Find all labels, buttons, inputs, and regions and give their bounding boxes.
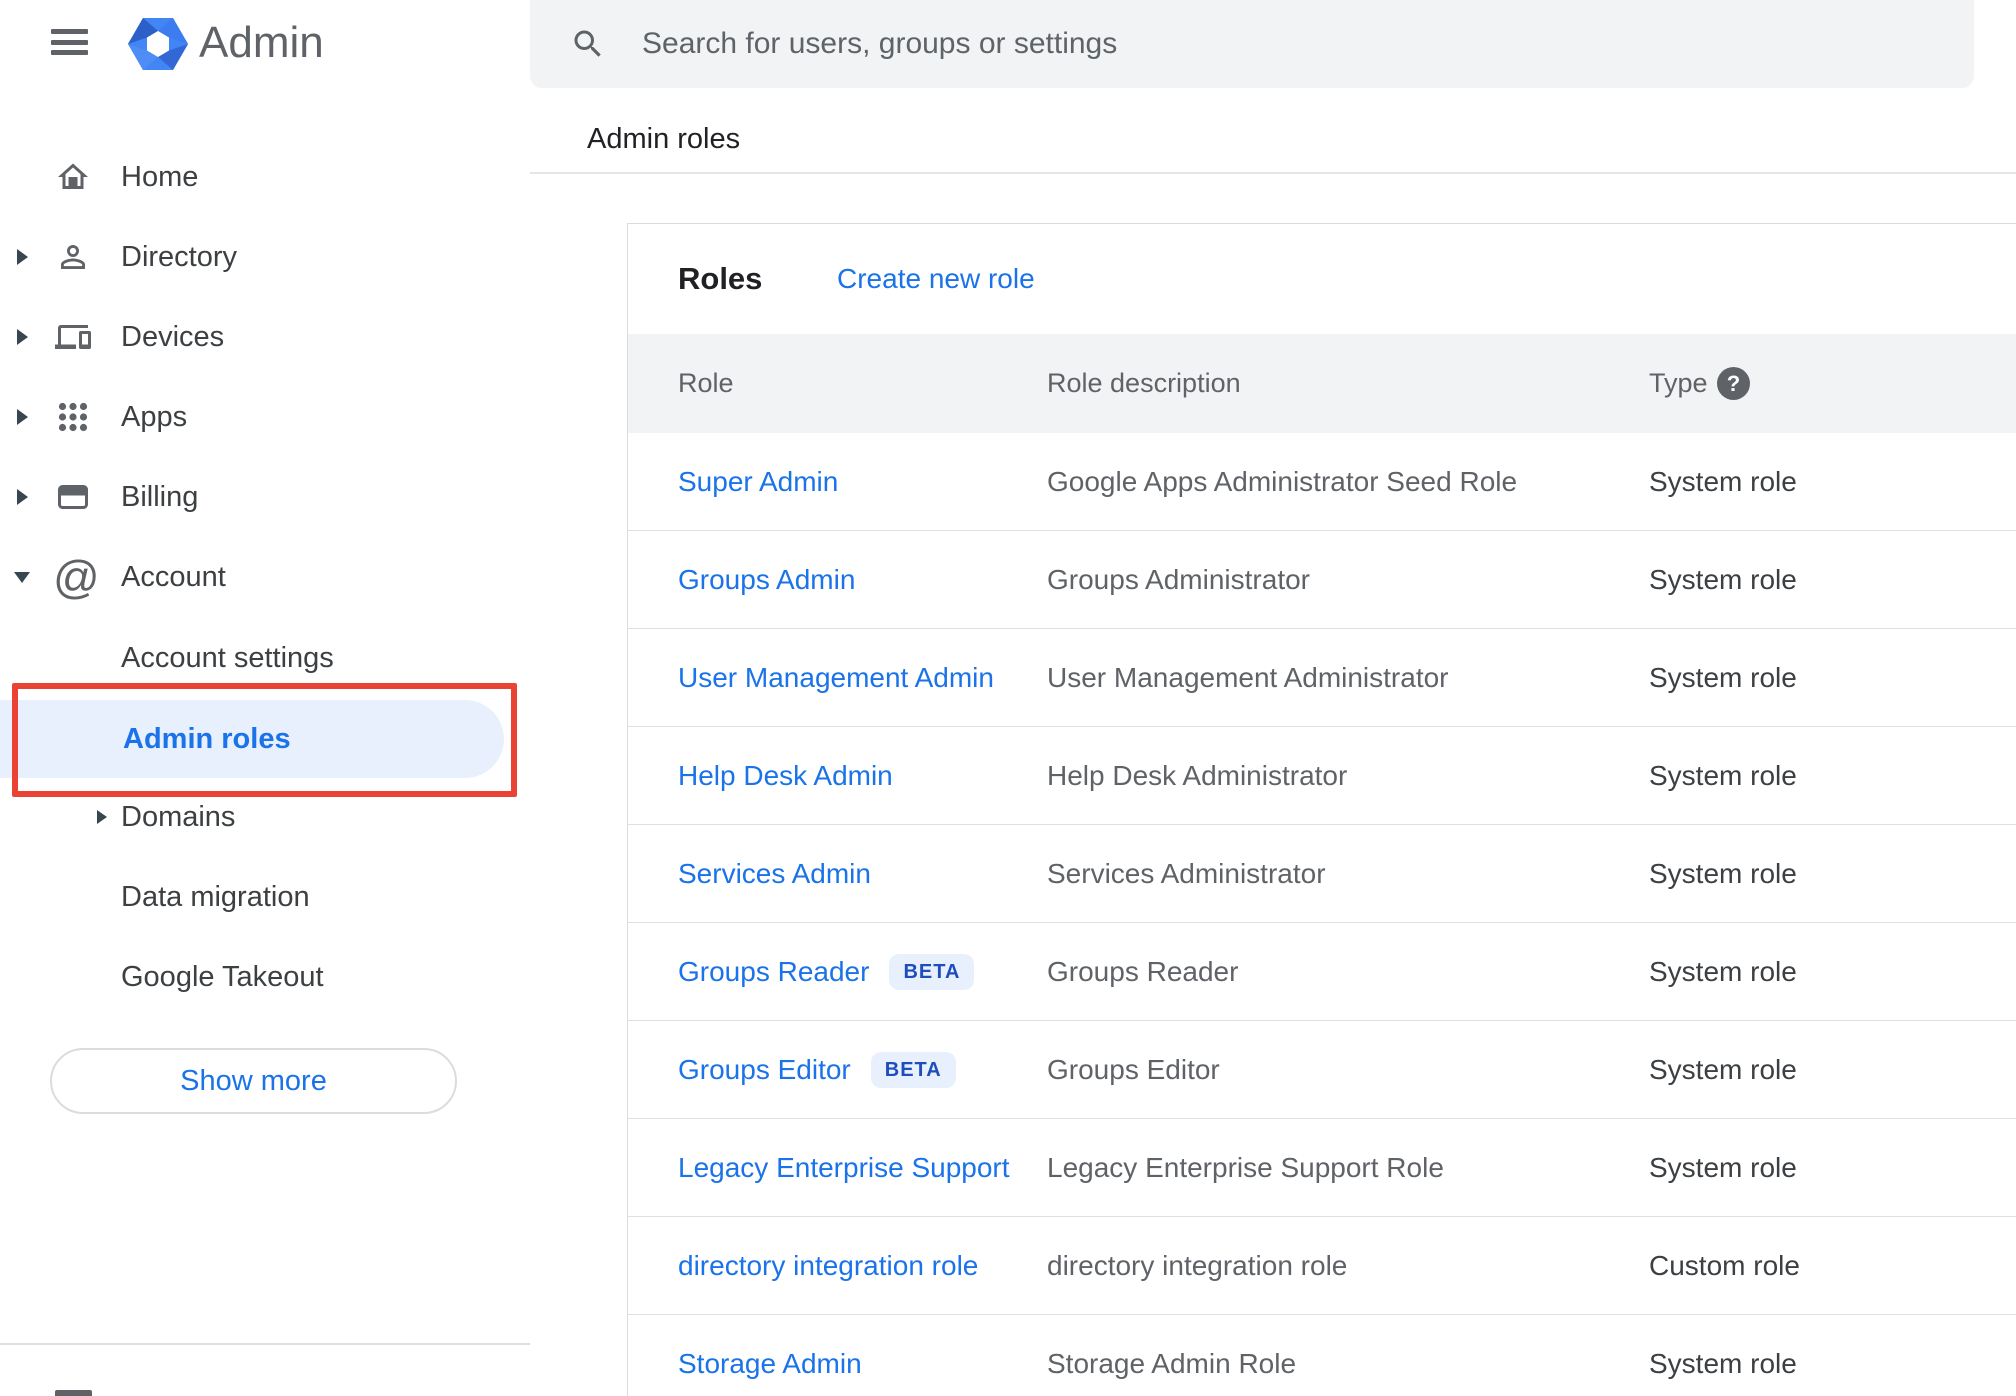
clipped-sidebar-icon [55,1390,92,1396]
role-description: User Management Administrator [1047,661,1449,693]
role-type: System role [1649,1347,1797,1379]
role-description: Services Administrator [1047,857,1326,889]
role-link[interactable]: User Management Admin [678,662,994,694]
role-type: System role [1649,1151,1797,1183]
expand-arrow-icon[interactable] [97,810,107,824]
role-description: Groups Administrator [1047,563,1310,595]
role-description: Groups Reader [1047,955,1239,987]
table-row: directory integration role directory int… [628,1217,2016,1315]
table-row: Help Desk Admin Help Desk Administrator … [628,727,2016,825]
expand-arrow-icon[interactable] [17,409,28,425]
sidebar-item-label: Data migration [121,880,310,913]
role-description: Groups Editor [1047,1053,1220,1085]
column-header-type: Type [1649,368,1708,398]
role-type: System role [1649,661,1797,693]
expand-arrow-icon[interactable] [17,489,28,505]
sidebar-item-devices[interactable]: Devices [0,297,530,377]
search-icon [574,30,601,57]
roles-title: Roles [678,261,763,296]
search-bar[interactable] [530,0,1974,88]
table-row: User Management Admin User Management Ad… [628,629,2016,727]
sidebar-item-label: Account [121,560,226,593]
sidebar-item-label: Google Takeout [121,960,324,993]
sidebar-item-billing[interactable]: Billing [0,457,530,537]
sidebar-item-label: Apps [121,400,188,433]
table-row: Groups Editor BETA Groups Editor System … [628,1021,2016,1119]
credit-card-icon [58,485,88,509]
sidebar-item-label: Directory [121,240,238,273]
role-description: Storage Admin Role [1047,1347,1297,1379]
roles-table-body: Super Admin Google Apps Administrator Se… [628,433,2016,1396]
sidebar-item-home[interactable]: Home [0,137,530,217]
header-divider [530,172,2016,174]
column-header-description: Role description [1047,368,1241,398]
role-type: System role [1649,1053,1797,1085]
table-header-row: Role Role description Type ? [628,334,2016,433]
sidebar-item-label: Domains [121,800,236,833]
table-row: Legacy Enterprise Support Legacy Enterpr… [628,1119,2016,1217]
sidebar-item-domains[interactable]: Domains [0,777,530,857]
sidebar-item-label: Billing [121,480,199,513]
sidebar-item-admin-roles-selected[interactable]: Admin roles [0,700,504,778]
expand-arrow-icon[interactable] [17,249,28,265]
breadcrumb: Admin roles [587,123,741,155]
role-type: Custom role [1649,1249,1800,1281]
sidebar-item-data-migration[interactable]: Data migration [0,857,530,937]
role-type: System role [1649,955,1797,987]
devices-icon [55,325,91,349]
role-link[interactable]: Help Desk Admin [678,760,893,792]
sidebar-item-account[interactable]: @ Account [0,537,530,617]
role-link[interactable]: Groups Reader [678,956,869,988]
sidebar-item-directory[interactable]: Directory [0,217,530,297]
help-icon[interactable]: ? [1717,367,1750,400]
role-description: Help Desk Administrator [1047,759,1348,791]
at-icon: @ [53,551,100,603]
column-header-role: Role [678,368,734,398]
role-link[interactable]: Legacy Enterprise Support [678,1152,1010,1184]
role-description: Legacy Enterprise Support Role [1047,1151,1444,1183]
person-icon [61,245,85,269]
table-row: Storage Admin Storage Admin Role System … [628,1315,2016,1396]
table-row: Groups Reader BETA Groups Reader System … [628,923,2016,1021]
beta-badge: BETA [889,953,975,990]
role-link[interactable]: directory integration role [678,1250,978,1282]
apps-grid-icon [58,402,88,432]
role-type: System role [1649,563,1797,595]
sidebar-bottom-divider [0,1343,530,1345]
expand-arrow-icon[interactable] [17,329,28,345]
role-type: System role [1649,465,1797,497]
app-title: Admin [199,18,324,67]
role-description: directory integration role [1047,1249,1348,1281]
sidebar: Admin Home Directory Devices Apps Billin… [0,0,530,1396]
sidebar-item-apps[interactable]: Apps [0,377,530,457]
sidebar-item-google-takeout[interactable]: Google Takeout [0,937,530,1017]
role-type: System role [1649,857,1797,889]
role-link[interactable]: Groups Admin [678,564,855,596]
sidebar-item-account-settings[interactable]: Account settings [0,618,530,698]
role-link[interactable]: Super Admin [678,466,838,498]
sidebar-item-label: Admin roles [123,722,291,755]
sidebar-item-label: Account settings [121,641,334,674]
search-input[interactable] [642,0,1892,88]
role-type: System role [1649,759,1797,791]
menu-icon[interactable] [51,29,88,55]
admin-logo-icon [128,18,188,70]
table-row: Services Admin Services Administrator Sy… [628,825,2016,923]
role-link[interactable]: Storage Admin [678,1348,862,1380]
roles-card: Roles Create new role Role Role descript… [627,223,2016,1396]
role-description: Google Apps Administrator Seed Role [1047,465,1518,497]
beta-badge: BETA [870,1051,956,1088]
show-more-button[interactable]: Show more [50,1048,457,1114]
google-admin-console: Admin Home Directory Devices Apps Billin… [0,0,2016,1396]
sidebar-item-label: Home [121,160,199,193]
roles-card-header: Roles Create new role [628,224,2016,334]
create-new-role-link[interactable]: Create new role [837,224,1035,334]
table-row: Super Admin Google Apps Administrator Se… [628,433,2016,531]
role-link[interactable]: Services Admin [678,858,871,890]
table-row: Groups Admin Groups Administrator System… [628,531,2016,629]
sidebar-item-label: Devices [121,320,225,353]
home-icon [58,163,88,189]
collapse-arrow-icon[interactable] [14,572,30,583]
role-link[interactable]: Groups Editor [678,1054,851,1086]
